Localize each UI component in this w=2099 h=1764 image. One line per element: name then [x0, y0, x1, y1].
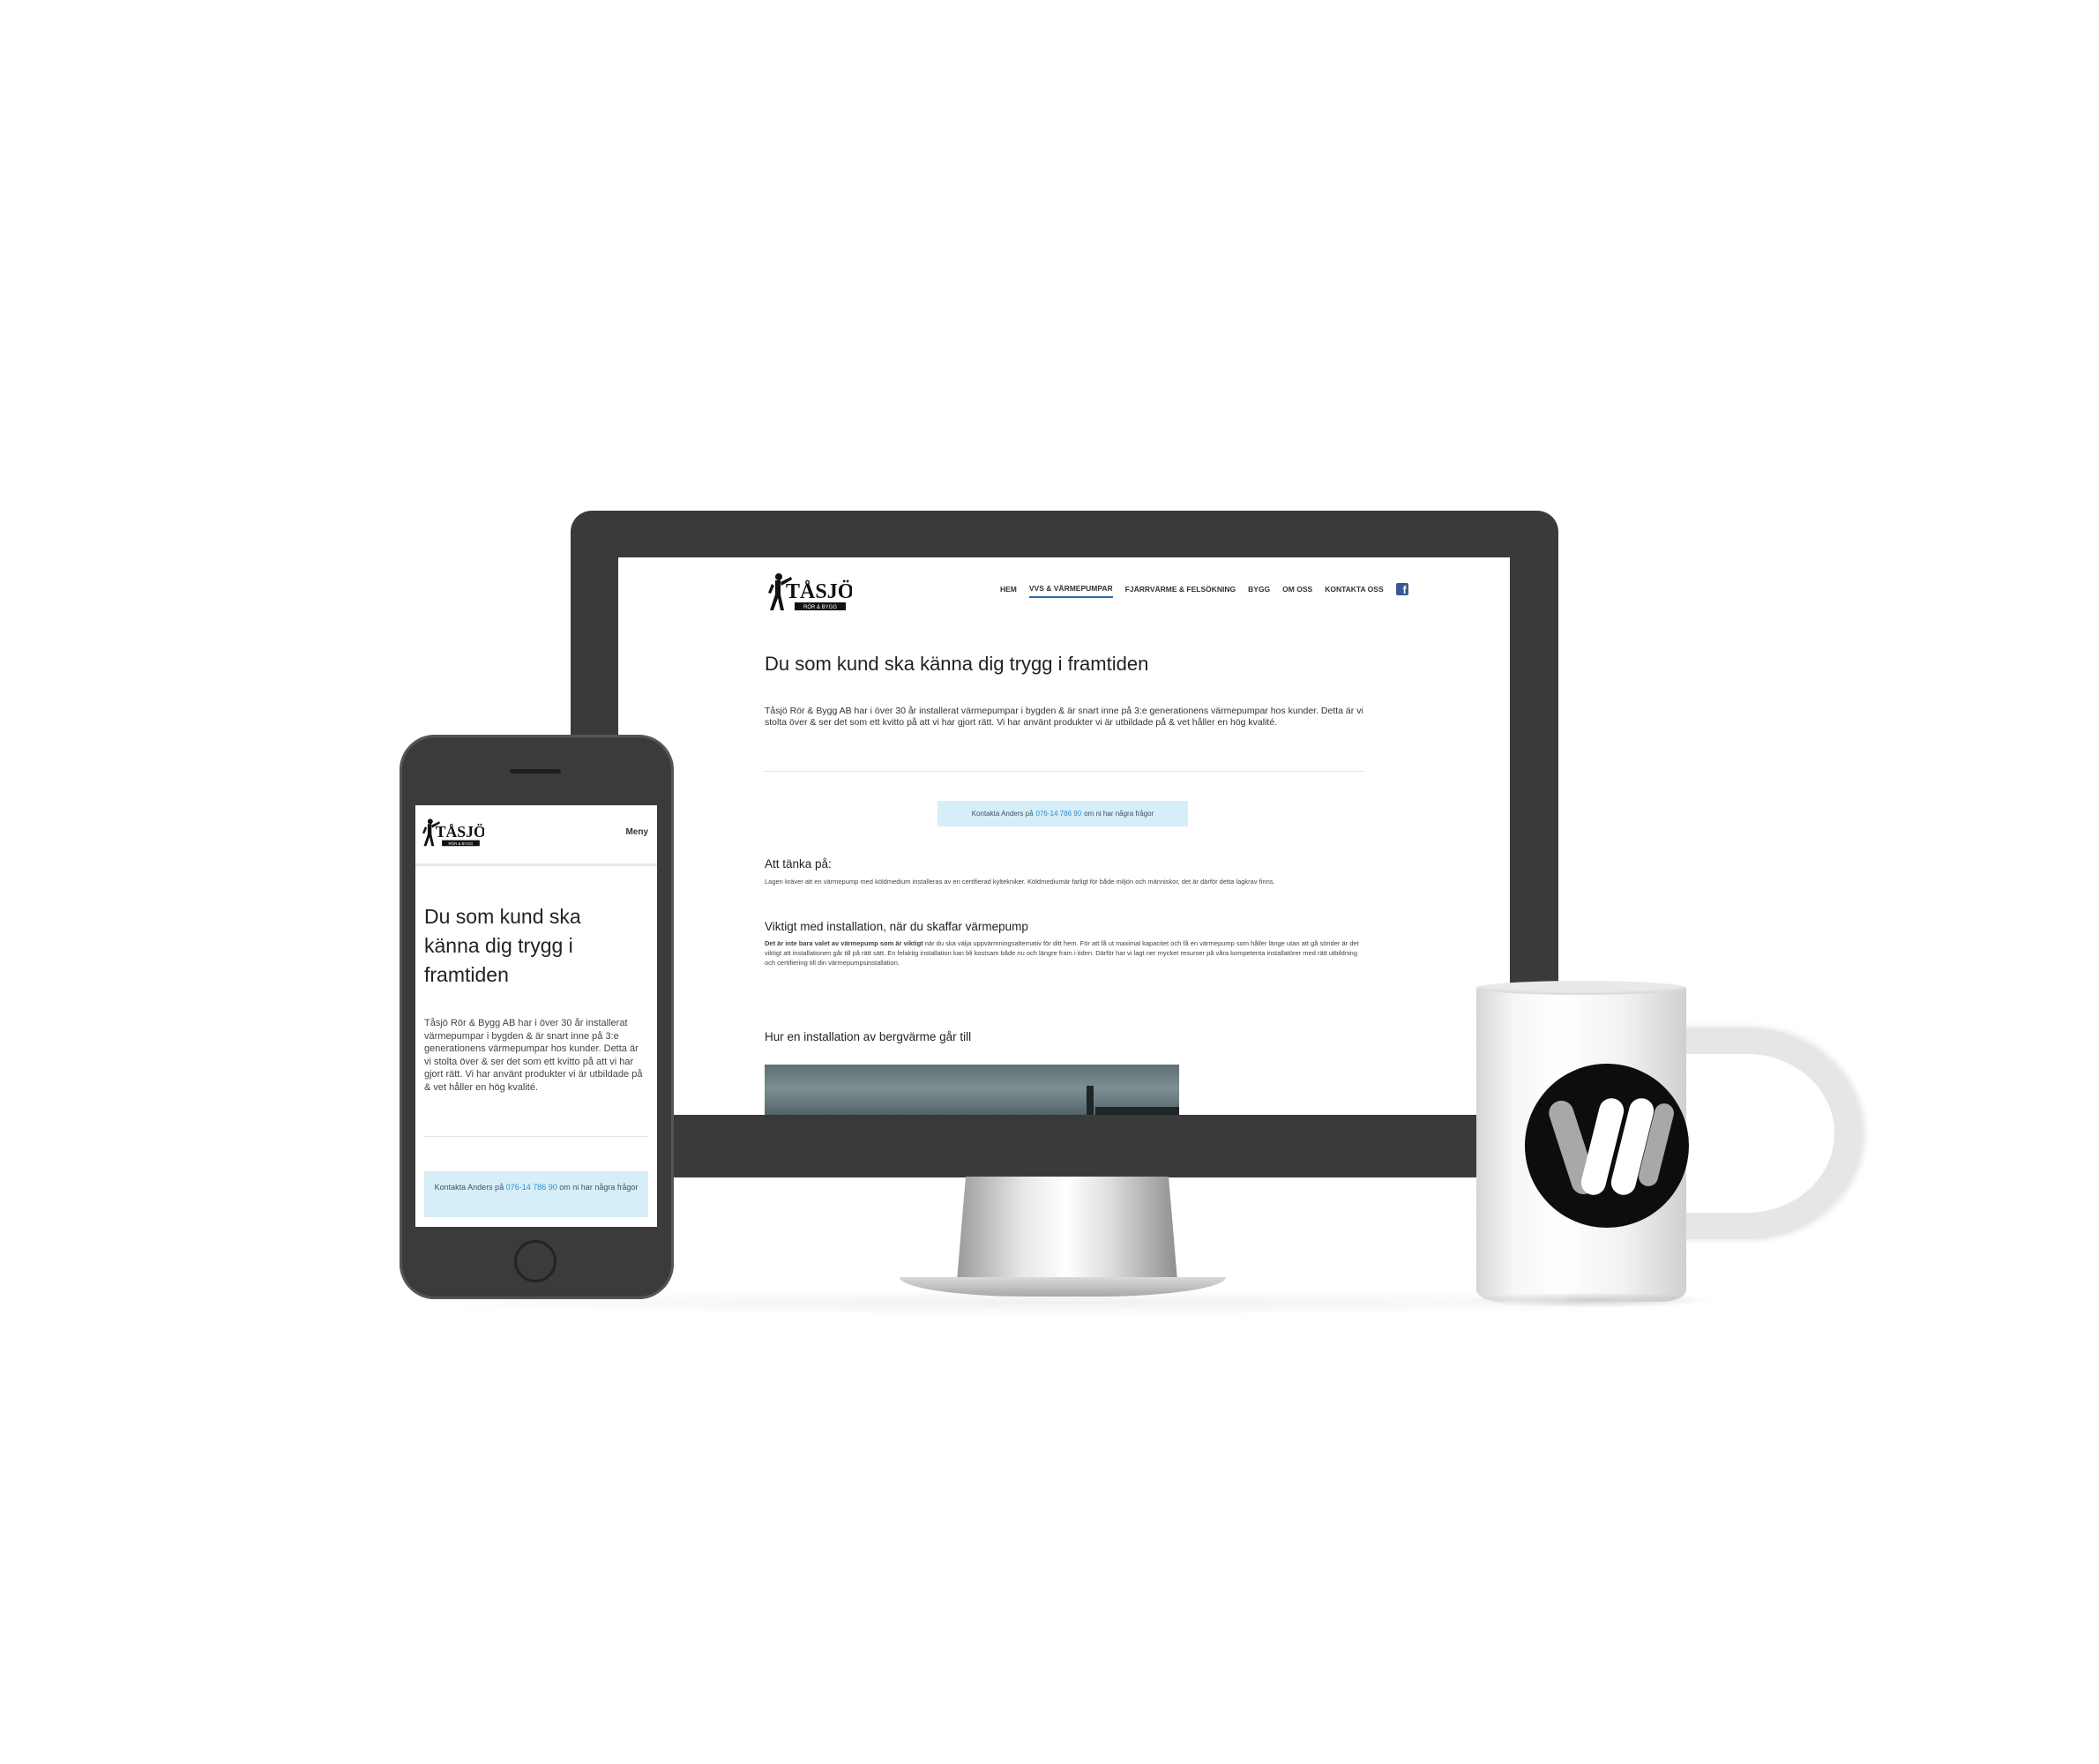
mobile-contact-phone-link[interactable]: 076-14 786 90 [506, 1183, 557, 1192]
contact-prefix: Kontakta Anders på [971, 810, 1034, 818]
section-title-att-tanka-pa: Att tänka på: [765, 857, 832, 871]
mobile-divider [424, 1136, 648, 1137]
chimney-silhouette [1087, 1086, 1094, 1115]
svg-text:TÅSJÖ: TÅSJÖ [436, 823, 484, 841]
svg-text:TÅSJÖ: TÅSJÖ [786, 580, 852, 603]
contact-phone-link[interactable]: 076-14 786 90 [1036, 810, 1082, 818]
mobile-contact-prefix: Kontakta Anders på [434, 1183, 504, 1192]
nav-item-hem[interactable]: HEM [1000, 585, 1017, 597]
mobile-screen: TÅSJÖ RÖR & BYGG Meny Du som kund ska kä… [415, 805, 657, 1227]
contact-suffix: om ni har några frågor [1084, 810, 1154, 818]
mobile-site-logo[interactable]: TÅSJÖ RÖR & BYGG [422, 814, 484, 855]
section-text-att-tanka-pa: Lagen kräver att en värmepump med köldme… [765, 878, 1275, 886]
phone-home-button[interactable] [514, 1240, 556, 1282]
svg-text:RÖR & BYGG: RÖR & BYGG [803, 604, 837, 610]
mug-rim [1476, 981, 1686, 995]
page-title: Du som kund ska känna dig trygg i framti… [765, 653, 1149, 675]
mobile-header-divider [415, 863, 657, 866]
section-title-bergvarme: Hur en installation av bergvärme går til… [765, 1030, 972, 1043]
nav-item-vvs-varmepumpar[interactable]: VVS & VÄRMEPUMPAR [1028, 584, 1113, 598]
section-title-installation: Viktigt med installation, när du skaffar… [765, 920, 1028, 933]
nav-item-fjarrvarme[interactable]: FJÄRRVÄRME & FELSÖKNING [1125, 585, 1236, 597]
svg-text:RÖR & BYGG: RÖR & BYGG [449, 841, 474, 846]
contact-banner: Kontakta Anders på 076-14 786 90 om ni h… [937, 801, 1188, 826]
bergvarme-image [765, 1065, 1179, 1115]
divider [765, 771, 1364, 772]
desktop-screen: TÅSJÖ RÖR & BYGG HEM VVS & VÄRMEPUMPAR F… [618, 557, 1510, 1115]
intro-text: Tåsjö Rör & Bygg AB har i över 30 år ins… [765, 706, 1363, 728]
mobile-contact-banner: Kontakta Anders på 076-14 786 90 om ni h… [424, 1171, 648, 1217]
monitor-stand [957, 1177, 1177, 1281]
phone-speaker [510, 769, 561, 774]
mobile-contact-suffix: om ni har några frågor [559, 1183, 639, 1192]
brand-circle-logo-icon [1525, 1064, 1689, 1228]
facebook-icon[interactable]: f [1395, 582, 1408, 595]
nav-item-om-oss[interactable]: OM OSS [1282, 585, 1312, 597]
nav-item-bygg[interactable]: BYGG [1248, 585, 1270, 597]
section-text-installation-bold: Det är inte bara valet av värmepump som … [765, 939, 923, 947]
mobile-menu-button[interactable]: Meny [625, 827, 648, 837]
nav-item-kontakta-oss[interactable]: KONTAKTA OSS [1325, 585, 1383, 597]
mobile-page-title: Du som kund ska känna dig trygg i framti… [424, 905, 581, 986]
site-logo[interactable]: TÅSJÖ RÖR & BYGG [768, 568, 852, 621]
roof-silhouette [1095, 1107, 1179, 1115]
main-nav: HEM VVS & VÄRMEPUMPAR FJÄRRVÄRME & FELSÖ… [1000, 582, 1408, 600]
mug-shadow [1464, 1292, 1711, 1308]
section-text-installation: Det är inte bara valet av värmepump som … [765, 938, 1364, 968]
mobile-intro-text: Tåsjö Rör & Bygg AB har i över 30 år ins… [424, 1018, 643, 1093]
